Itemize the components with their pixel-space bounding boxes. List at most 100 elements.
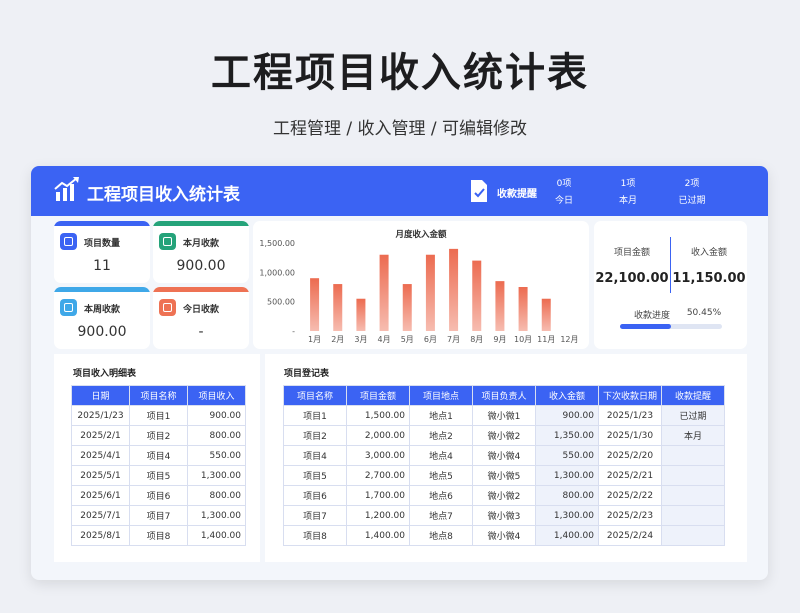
table-cell: 微小微4 — [472, 445, 536, 466]
table-row[interactable]: 项目8 1,400.00 地点8 微小微4 1,400.00 2025/2/24 — [283, 525, 725, 546]
table-cell: 地点8 — [409, 525, 473, 546]
table-cell: 微小微1 — [472, 405, 536, 426]
table-row[interactable]: 2025/2/1 项目2 800.00 — [71, 425, 246, 446]
column-header: 下次收款日期 — [598, 385, 662, 406]
bar-1月[interactable] — [310, 278, 320, 331]
table-cell: 2,000.00 — [346, 425, 410, 446]
table-cell: 1,200.00 — [346, 505, 410, 526]
table-cell: 微小微2 — [472, 425, 536, 446]
bar-10月[interactable] — [518, 287, 528, 331]
bar-8月[interactable] — [472, 260, 482, 331]
column-header: 日期 — [71, 385, 130, 406]
reminder-stat-overdue: 2项 已过期 — [662, 176, 722, 210]
table-cell: 800.00 — [187, 485, 246, 506]
table-cell: 2025/2/23 — [598, 505, 662, 526]
table-cell: 地点1 — [409, 405, 473, 426]
table-cell — [661, 485, 725, 506]
wallet-icon — [60, 299, 77, 316]
table-cell: 已过期 — [661, 405, 725, 426]
table-row[interactable]: 项目6 1,700.00 地点6 微小微2 800.00 2025/2/22 — [283, 485, 725, 506]
table-cell: 项目4 — [283, 445, 347, 466]
amount-summary: 项目金额 22,100.00 收入金额 11,150.00 收款进度 50.45… — [594, 221, 747, 349]
table-cell: 微小微2 — [472, 485, 536, 506]
chart-canvas: 月度收入金额 1,500.00 1,000.00 500.00 - 1月 2月 3月 4月 5月 6… — [259, 229, 578, 344]
table-cell: 项目5 — [283, 465, 347, 486]
table-row[interactable]: 2025/8/1 项目8 1,400.00 — [71, 525, 246, 546]
table-cell: 微小微4 — [472, 525, 536, 546]
project-register-table: 项目名称 项目金额 项目地点 项目负责人 收入金额 下次收款日期 收款提醒 项目1 1,500… — [283, 385, 725, 546]
table-cell: 1,500.00 — [346, 405, 410, 426]
table-cell: 地点4 — [409, 445, 473, 466]
kpi-label: 项目数量 — [84, 239, 121, 249]
table-cell: 1,300.00 — [187, 465, 246, 486]
stat-value: 2项 — [684, 179, 700, 189]
column-header: 项目名称 — [283, 385, 347, 406]
bar-7月[interactable] — [449, 248, 459, 331]
column-header: 项目名称 — [129, 385, 188, 406]
table-cell: 项目2 — [283, 425, 347, 446]
table-cell: 项目4 — [129, 445, 188, 466]
kpi-month-income: 本月收款 900.00 — [153, 221, 249, 283]
column-header: 项目地点 — [409, 385, 473, 406]
kpi-today-income: 今日收款 - — [153, 287, 249, 349]
bar-11月[interactable] — [541, 298, 551, 331]
table-cell: 微小微3 — [472, 505, 536, 526]
table-row[interactable]: 项目5 2,700.00 地点5 微小微5 1,300.00 2025/2/21 — [283, 465, 725, 486]
calendar-icon — [159, 233, 176, 250]
table-cell: 项目6 — [283, 485, 347, 506]
dashboard-card: 工程项目收入统计表 收款提醒 0项 今日 1项 本月 2项 已过期 项目数量 1… — [31, 166, 768, 580]
kpi-value: - — [198, 324, 204, 340]
table-row[interactable]: 项目2 2,000.00 地点2 微小微2 1,350.00 2025/1/30 本月 — [283, 425, 725, 446]
table-cell — [661, 445, 725, 466]
payment-reminder-label[interactable]: 收款提醒 — [497, 185, 537, 200]
table-cell: 3,000.00 — [346, 445, 410, 466]
project-amount-value: 22,100.00 — [595, 271, 669, 286]
table-cell: 1,400.00 — [535, 525, 599, 546]
table-cell: 800.00 — [535, 485, 599, 506]
table-row[interactable]: 项目1 1,500.00 地点1 微小微1 900.00 2025/1/23 已过期 — [283, 405, 725, 426]
table-row[interactable]: 项目7 1,200.00 地点7 微小微3 1,300.00 2025/2/23 — [283, 505, 725, 526]
bar-2月[interactable] — [333, 284, 343, 331]
table-cell — [661, 505, 725, 526]
table-cell: 1,300.00 — [535, 465, 599, 486]
y-tick-label: 500.00 — [267, 298, 295, 307]
project-amount-label: 项目金额 — [613, 248, 650, 258]
table-cell: 地点2 — [409, 425, 473, 446]
x-tick-label: 10月 — [514, 335, 532, 344]
bar-5月[interactable] — [402, 284, 412, 331]
bar-9月[interactable] — [495, 281, 505, 331]
column-header: 项目收入 — [187, 385, 246, 406]
bar-6月[interactable] — [425, 254, 435, 331]
project-register-panel: 项目登记表 项目名称 项目金额 项目地点 项目负责人 收入金额 下次收款日期 收款提醒 项目… — [265, 354, 747, 562]
table-cell: 地点7 — [409, 505, 473, 526]
table-row[interactable]: 2025/7/1 项目7 1,300.00 — [71, 505, 246, 526]
table-row[interactable]: 2025/5/1 项目5 1,300.00 — [71, 465, 246, 486]
table-cell: 项目8 — [129, 525, 188, 546]
table-row[interactable]: 2025/6/1 项目6 800.00 — [71, 485, 246, 506]
kpi-label: 本周收款 — [84, 305, 121, 315]
kpi-accent-bar — [54, 221, 150, 226]
income-amount-value: 11,150.00 — [672, 271, 746, 286]
table-row[interactable]: 2025/1/23 项目1 900.00 — [71, 405, 246, 426]
bar-4月[interactable] — [379, 254, 389, 331]
table-cell — [661, 525, 725, 546]
reminder-stat-today: 0项 今日 — [534, 176, 594, 210]
kpi-value: 11 — [93, 258, 111, 274]
table-row[interactable]: 2025/4/1 项目4 550.00 — [71, 445, 246, 466]
table-cell: 2025/5/1 — [71, 465, 130, 486]
y-tick-label: 1,000.00 — [259, 268, 295, 277]
page-title: 工程项目收入统计表 — [211, 50, 589, 96]
table-cell: 2025/1/23 — [71, 405, 130, 426]
stat-value: 0项 — [556, 179, 572, 189]
table-cell — [661, 465, 725, 486]
table-cell: 2025/8/1 — [71, 525, 130, 546]
table-row[interactable]: 项目4 3,000.00 地点4 微小微4 550.00 2025/2/20 — [283, 445, 725, 466]
income-detail-title: 项目收入明细表 — [73, 369, 137, 379]
x-tick-label: 4月 — [378, 335, 391, 344]
bar-3月[interactable] — [356, 298, 366, 331]
y-tick-label: 1,500.00 — [259, 239, 295, 248]
table-cell: 项目7 — [129, 505, 188, 526]
table-cell: 项目5 — [129, 465, 188, 486]
kpi-week-income: 本周收款 900.00 — [54, 287, 150, 349]
kpi-accent-bar — [153, 221, 249, 226]
